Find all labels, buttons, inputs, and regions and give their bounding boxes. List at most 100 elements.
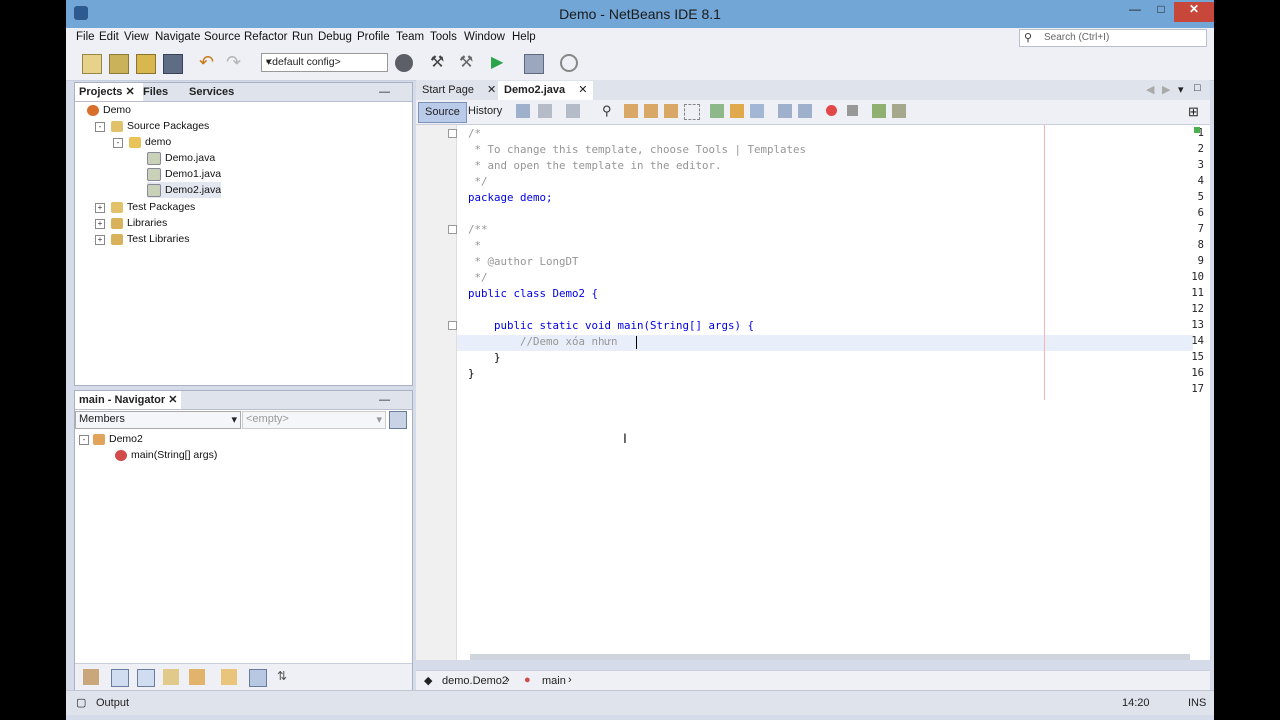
expand-icon[interactable]: + [95, 219, 105, 229]
sort-by-name-icon[interactable] [249, 669, 267, 687]
menu-team[interactable]: Team [396, 31, 424, 43]
collapse-icon[interactable]: - [113, 138, 123, 148]
stop-macro-icon[interactable] [847, 105, 858, 116]
minimize-panel-icon[interactable]: — [375, 391, 394, 409]
menu-debug[interactable]: Debug [318, 31, 352, 43]
tab-files[interactable]: Files [139, 83, 172, 101]
filter-fields-icon[interactable] [111, 669, 129, 687]
menu-source[interactable]: Source [204, 31, 240, 43]
fold-icon[interactable] [448, 225, 457, 234]
menu-tools[interactable]: Tools [430, 31, 457, 43]
tab-start-page[interactable]: Start Page ✕ [416, 81, 502, 100]
toggle-highlight-icon[interactable] [684, 104, 700, 120]
menu-navigate[interactable]: Navigate [155, 31, 200, 43]
tree-item-demo1-java[interactable]: Demo1.java [147, 166, 221, 182]
output-window-icon[interactable]: ▢ [76, 696, 86, 709]
tab-services[interactable]: Services [185, 83, 238, 101]
close-icon[interactable]: ✕ [578, 84, 587, 96]
filter-static-icon[interactable] [137, 669, 155, 687]
history-button[interactable]: History [462, 102, 508, 121]
tree-item-libraries[interactable]: Libraries [111, 215, 167, 231]
menu-profile[interactable]: Profile [357, 31, 390, 43]
breadcrumb-method[interactable]: main [542, 675, 566, 687]
new-file-icon[interactable] [82, 54, 102, 74]
comment-icon[interactable] [872, 104, 886, 118]
forward-icon[interactable] [566, 104, 580, 118]
run-icon[interactable]: ▶ [491, 54, 509, 72]
search-box[interactable]: ⚲ Search (Ctrl+I) [1019, 29, 1207, 47]
fold-icon[interactable] [448, 321, 457, 330]
filter-nonpublic-icon[interactable] [163, 669, 179, 685]
build-icon[interactable]: ⚒ [430, 54, 448, 72]
find-previous-icon[interactable] [624, 104, 638, 118]
tree-item-source-packages[interactable]: Source Packages [111, 118, 209, 134]
tree-item-demo-project[interactable]: Demo [87, 102, 131, 118]
collapse-icon[interactable]: - [95, 122, 105, 132]
sort-by-source-icon[interactable]: ⇅ [277, 669, 293, 685]
tree-item-demo2-class[interactable]: Demo2 [93, 431, 143, 447]
source-button[interactable]: Source [418, 102, 467, 123]
tree-item-test-libraries[interactable]: Test Libraries [111, 231, 189, 247]
filter-inner-icon[interactable] [189, 669, 205, 685]
filter-inherited-icon[interactable] [83, 669, 99, 685]
expand-icon[interactable]: + [95, 203, 105, 213]
last-edit-icon[interactable] [516, 104, 530, 118]
navigator-options-icon[interactable] [389, 411, 407, 429]
members-select[interactable]: Members ▾ [75, 411, 241, 429]
close-icon[interactable]: ✕ [168, 394, 177, 406]
tree-item-demo-package[interactable]: demo [129, 134, 171, 150]
menu-view[interactable]: View [124, 31, 149, 43]
output-label[interactable]: Output [96, 697, 129, 709]
find-selection-icon[interactable] [664, 104, 678, 118]
code-editor[interactable]: 1 2 3 4 5 6 7 8 9 10 11 12 13 14 15 16 1… [416, 125, 1210, 660]
find-next-icon[interactable] [644, 104, 658, 118]
save-all-icon[interactable] [163, 54, 183, 74]
close-icon[interactable]: ✕ [125, 86, 134, 98]
tab-demo2-java[interactable]: Demo2.java ✕ [498, 81, 594, 100]
menu-help[interactable]: Help [512, 31, 536, 43]
close-icon[interactable]: ✕ [487, 84, 496, 96]
profile-icon[interactable] [560, 54, 578, 72]
menu-window[interactable]: Window [464, 31, 505, 43]
breadcrumb-class[interactable]: demo.Demo2 [442, 675, 508, 687]
minimize-button[interactable]: — [1122, 2, 1148, 22]
debug-icon[interactable] [524, 54, 544, 74]
menu-refactor[interactable]: Refactor [244, 31, 287, 43]
uncomment-icon[interactable] [892, 104, 906, 118]
minimize-panel-icon[interactable]: — [375, 83, 394, 101]
maximize-button[interactable]: □ [1148, 2, 1174, 22]
record-macro-icon[interactable] [826, 105, 837, 116]
config-select[interactable]: <default config> ▾ [261, 53, 388, 72]
split-editor-icon[interactable]: ⊞ [1188, 104, 1199, 120]
tree-item-demo2-java[interactable]: Demo2.java [147, 182, 222, 198]
filter-select[interactable]: <empty> ▾ [242, 411, 386, 429]
toggle-bookmark-icon[interactable] [750, 104, 764, 118]
undo-icon[interactable]: ↶ [199, 53, 217, 72]
tree-item-test-packages[interactable]: Test Packages [111, 199, 195, 215]
back-icon[interactable] [538, 104, 552, 118]
redo-icon[interactable]: ↷ [226, 53, 244, 72]
clean-build-icon[interactable]: ⚒ [459, 54, 477, 72]
tab-list-icon[interactable]: ▾ [1178, 83, 1184, 96]
scroll-tabs-right-icon[interactable]: ▶ [1162, 83, 1170, 96]
tree-item-main-method[interactable]: main(String[] args) [115, 447, 217, 463]
maximize-editor-icon[interactable]: □ [1194, 82, 1201, 94]
menu-run[interactable]: Run [292, 31, 313, 43]
collapse-icon[interactable]: - [79, 435, 89, 445]
menu-edit[interactable]: Edit [99, 31, 119, 43]
browser-icon[interactable] [395, 54, 413, 72]
new-project-icon[interactable] [109, 54, 129, 74]
menu-file[interactable]: File [76, 31, 95, 43]
shift-left-icon[interactable] [778, 104, 792, 118]
open-project-icon[interactable] [136, 54, 156, 74]
previous-bookmark-icon[interactable] [710, 104, 724, 118]
find-icon[interactable]: ⚲ [602, 104, 616, 118]
close-button[interactable]: ✕ [1174, 2, 1214, 22]
tab-navigator[interactable]: main - Navigator ✕ [75, 391, 182, 409]
fqn-icon[interactable] [221, 669, 237, 685]
tab-projects[interactable]: Projects ✕ [75, 83, 143, 101]
next-bookmark-icon[interactable] [730, 104, 744, 118]
expand-icon[interactable]: + [95, 235, 105, 245]
scroll-tabs-left-icon[interactable]: ◀ [1146, 83, 1154, 96]
horizontal-scrollbar[interactable] [470, 654, 1190, 660]
